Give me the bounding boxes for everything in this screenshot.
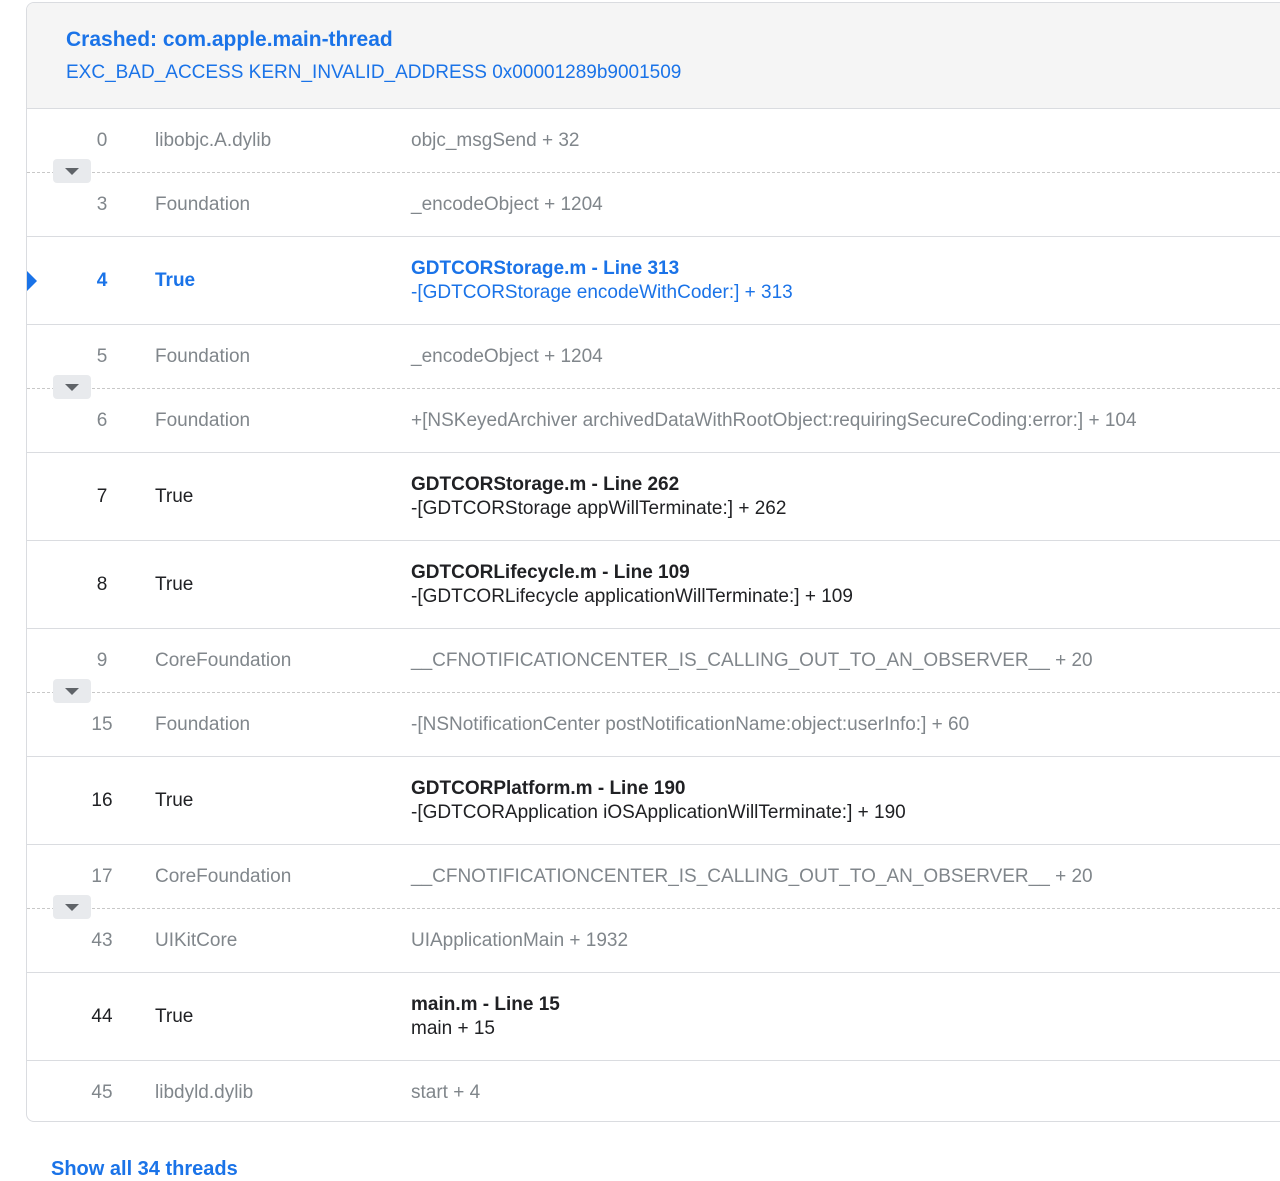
stack-frame-row[interactable]: 45 libdyld.dylib start + 4 (27, 1061, 1280, 1121)
frame-symbol: __CFNOTIFICATIONCENTER_IS_CALLING_OUT_TO… (411, 865, 1093, 887)
frame-file-line[interactable]: GDTCORLifecycle.m - Line 109 (411, 561, 853, 585)
frame-number: 15 (91, 713, 113, 735)
frame-file-line[interactable]: GDTCORStorage.m - Line 262 (411, 473, 786, 497)
frame-number: 4 (96, 269, 108, 291)
frame-symbol: __CFNOTIFICATIONCENTER_IS_CALLING_OUT_TO… (411, 649, 1093, 671)
frame-library: Foundation (155, 193, 251, 215)
stack-frame-row[interactable]: 8 True GDTCORLifecycle.m - Line 109 -[GD… (27, 541, 1280, 629)
crash-exception: EXC_BAD_ACCESS KERN_INVALID_ADDRESS 0x00… (66, 62, 682, 83)
stack-frame-row[interactable]: 44 True main.m - Line 15 main + 15 (27, 973, 1280, 1061)
frame-symbol: -[GDTCORLifecycle applicationWillTermina… (411, 585, 853, 607)
frame-number: 7 (96, 485, 108, 507)
expand-frames-button[interactable] (53, 375, 91, 399)
frame-number: 9 (96, 649, 108, 671)
stack-frame-row[interactable]: 43 UIKitCore UIApplicationMain + 1932 (27, 909, 1280, 973)
frame-number: 8 (96, 573, 108, 595)
stack-frame-row-selected[interactable]: 4 True GDTCORStorage.m - Line 313 -[GDTC… (27, 237, 1280, 325)
frame-symbol: +[NSKeyedArchiver archivedDataWithRootOb… (411, 409, 1137, 431)
frame-library: True (155, 1005, 194, 1027)
frame-number: 3 (96, 193, 108, 215)
frame-library: Foundation (155, 345, 251, 367)
stack-frame-row[interactable]: 17 CoreFoundation __CFNOTIFICATIONCENTER… (27, 845, 1280, 919)
frame-file-line[interactable]: GDTCORPlatform.m - Line 190 (411, 777, 906, 801)
show-all-threads-link[interactable]: Show all 34 threads (51, 1158, 238, 1181)
frame-library: Foundation (155, 409, 251, 431)
frame-symbol: -[GDTCORStorage appWillTerminate:] + 262 (411, 497, 787, 519)
frame-number: 6 (96, 409, 108, 431)
stack-frame-row[interactable]: 15 Foundation -[NSNotificationCenter pos… (27, 693, 1280, 757)
frame-symbol-block: GDTCORStorage.m - Line 313 -[GDTCORStora… (411, 257, 793, 305)
frame-number: 0 (96, 129, 108, 151)
frame-file-line[interactable]: main.m - Line 15 (411, 993, 560, 1017)
frame-library: True (155, 485, 194, 507)
frame-library: True (155, 789, 194, 811)
frame-symbol: start + 4 (411, 1082, 481, 1103)
crash-header: Crashed: com.apple.main-thread EXC_BAD_A… (27, 3, 1280, 109)
frame-symbol: -[GDTCORStorage encodeWithCoder:] + 313 (411, 281, 793, 303)
frame-number: 5 (96, 345, 108, 367)
frame-symbol: _encodeObject + 1204 (411, 193, 603, 215)
stack-frame-row[interactable]: 7 True GDTCORStorage.m - Line 262 -[GDTC… (27, 453, 1280, 541)
frame-symbol: -[GDTCORApplication iOSApplicationWillTe… (411, 801, 906, 823)
frame-library: True (155, 573, 194, 595)
expand-frames-button[interactable] (53, 679, 91, 703)
frame-library: CoreFoundation (155, 649, 292, 671)
frame-symbol-block: main.m - Line 15 main + 15 (411, 993, 560, 1041)
frame-number: 43 (91, 929, 113, 951)
frame-library: CoreFoundation (155, 865, 292, 887)
stack-frame-row[interactable]: 6 Foundation +[NSKeyedArchiver archivedD… (27, 389, 1280, 453)
expand-frames-button[interactable] (53, 895, 91, 919)
frame-symbol: objc_msgSend + 32 (411, 129, 580, 151)
stack-frame-row[interactable]: 9 CoreFoundation __CFNOTIFICATIONCENTER_… (27, 629, 1280, 703)
frame-number: 45 (91, 1082, 113, 1103)
frame-library: libobjc.A.dylib (155, 129, 272, 151)
frame-number: 17 (91, 865, 113, 887)
frame-symbol: UIApplicationMain + 1932 (411, 929, 629, 951)
frame-number: 16 (91, 789, 113, 811)
stack-frame-row[interactable]: 3 Foundation _encodeObject + 1204 (27, 173, 1280, 237)
frame-library: libdyld.dylib (155, 1082, 254, 1103)
frame-number: 44 (91, 1005, 113, 1027)
frame-symbol: main + 15 (411, 1017, 495, 1039)
crash-title: Crashed: com.apple.main-thread (66, 28, 393, 51)
frame-symbol-block: GDTCORPlatform.m - Line 190 -[GDTCORAppl… (411, 777, 906, 825)
stack-frame-row[interactable]: 16 True GDTCORPlatform.m - Line 190 -[GD… (27, 757, 1280, 845)
frame-symbol: -[NSNotificationCenter postNotificationN… (411, 713, 970, 735)
frame-symbol: _encodeObject + 1204 (411, 345, 603, 367)
expand-frames-button[interactable] (53, 159, 91, 183)
frame-symbol-block: GDTCORStorage.m - Line 262 -[GDTCORStora… (411, 473, 786, 521)
frame-file-line[interactable]: GDTCORStorage.m - Line 313 (411, 257, 793, 281)
stack-trace-card: Crashed: com.apple.main-thread EXC_BAD_A… (26, 2, 1280, 1122)
selected-frame-icon (27, 270, 37, 292)
stack-frame-row[interactable]: 5 Foundation _encodeObject + 1204 (27, 325, 1280, 399)
stack-frame-row[interactable]: 0 libobjc.A.dylib objc_msgSend + 32 (27, 109, 1280, 183)
frame-symbol-block: GDTCORLifecycle.m - Line 109 -[GDTCORLif… (411, 561, 853, 609)
frame-library: UIKitCore (155, 929, 238, 951)
frame-library: Foundation (155, 713, 251, 735)
frame-library: True (155, 269, 196, 291)
